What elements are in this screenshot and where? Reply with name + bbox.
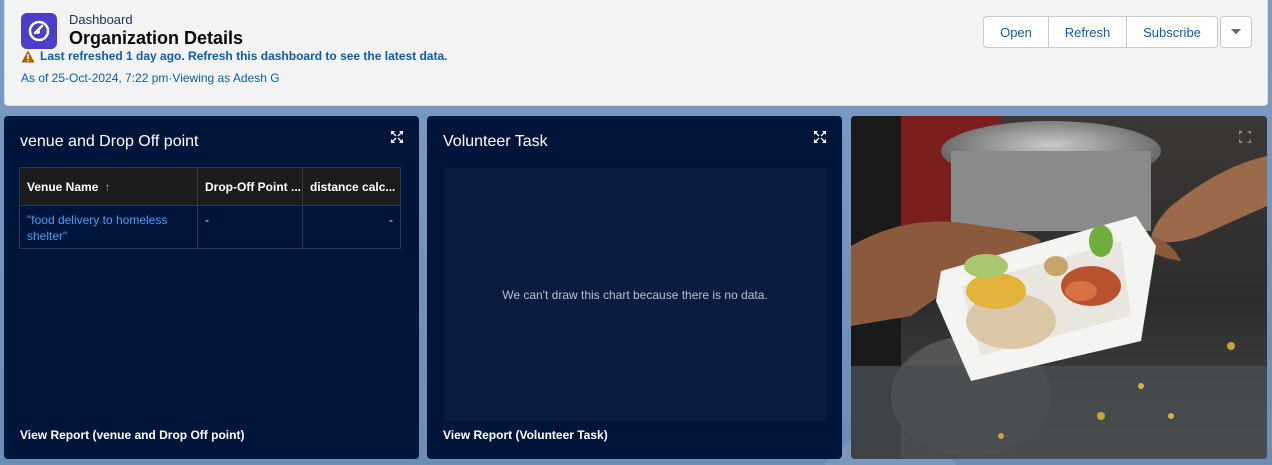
chevron-down-icon <box>1231 29 1241 35</box>
header-actions: Open Refresh Subscribe <box>983 16 1252 48</box>
column-header-distance[interactable]: distance calc... <box>303 168 400 205</box>
dashboard-header: Dashboard Organization Details Last refr… <box>4 0 1268 106</box>
dashboard-icon <box>21 13 57 49</box>
page-title: Organization Details <box>69 28 244 48</box>
more-actions-button[interactable] <box>1220 16 1252 48</box>
open-button[interactable]: Open <box>983 16 1049 48</box>
refresh-button[interactable]: Refresh <box>1048 16 1127 48</box>
no-data-message: We can't draw this chart because there i… <box>502 287 768 302</box>
chart-area: We can't draw this chart because there i… <box>444 168 826 421</box>
image-panel <box>851 116 1267 459</box>
volunteer-panel-title: Volunteer Task <box>443 133 548 150</box>
volunteer-panel: Volunteer Task We can't draw this chart … <box>427 116 842 459</box>
table-row: "food delivery to homeless shelter" - - <box>20 205 400 248</box>
venue-panel-title: venue and Drop Off point <box>20 133 199 150</box>
venue-table: Venue Name ↑ Drop-Off Point ... distance… <box>19 167 401 249</box>
table-cell: - <box>198 206 303 248</box>
food-donation-image <box>851 116 1267 459</box>
column-header-venue-name[interactable]: Venue Name ↑ <box>20 168 198 205</box>
table-header: Venue Name ↑ Drop-Off Point ... distance… <box>20 168 400 205</box>
column-header-drop-off-point[interactable]: Drop-Off Point ... <box>198 168 303 205</box>
venue-name-link[interactable]: "food delivery to homeless shelter" <box>20 206 198 248</box>
view-report-venue-link[interactable]: View Report (venue and Drop Off point) <box>20 428 244 442</box>
venue-panel: venue and Drop Off point Venue Name ↑ Dr… <box>4 116 419 459</box>
column-label: Venue Name <box>27 179 99 194</box>
as-of-text: As of 25-Oct-2024, 7:22 pm·Viewing as Ad… <box>21 71 280 85</box>
expand-icon[interactable] <box>813 130 827 144</box>
subscribe-button[interactable]: Subscribe <box>1126 16 1218 48</box>
sort-up-icon: ↑ <box>104 179 111 194</box>
page-eyebrow: Dashboard <box>69 12 133 27</box>
warning-text: Last refreshed 1 day ago. Refresh this d… <box>40 49 448 63</box>
expand-icon[interactable] <box>390 130 404 144</box>
table-cell: - <box>389 213 393 227</box>
expand-icon[interactable] <box>1238 130 1252 144</box>
warning-icon <box>21 50 35 62</box>
refresh-warning: Last refreshed 1 day ago. Refresh this d… <box>21 49 447 63</box>
view-report-volunteer-link[interactable]: View Report (Volunteer Task) <box>443 428 608 442</box>
